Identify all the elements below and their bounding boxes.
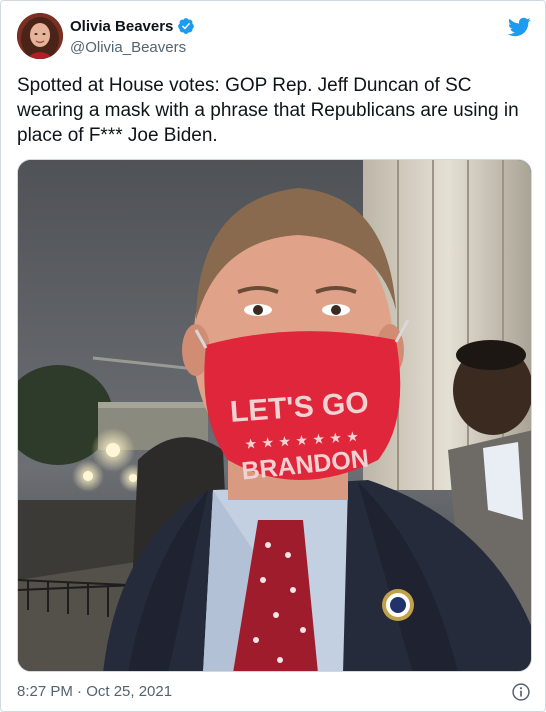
twitter-bird-icon[interactable]: [507, 15, 531, 39]
tweet-card[interactable]: Olivia Beavers @Olivia_Beavers Spotted a…: [0, 0, 546, 712]
avatar-image: [17, 13, 63, 59]
tweet-timestamp[interactable]: 8:27 PM · Oct 25, 2021: [17, 683, 172, 700]
author-display-name-text: Olivia Beavers: [70, 17, 174, 35]
info-icon[interactable]: [511, 682, 531, 702]
author-avatar[interactable]: [17, 13, 63, 59]
author-name-block[interactable]: Olivia Beavers @Olivia_Beavers: [70, 17, 195, 56]
tweet-text: Spotted at House votes: GOP Rep. Jeff Du…: [17, 75, 519, 146]
photo-illustration: LET'S GO ★ ★ ★ ★ ★ ★ ★ BRANDON: [18, 160, 531, 671]
tweet-footer: 8:27 PM · Oct 25, 2021: [17, 683, 531, 703]
verified-badge-icon: [178, 18, 195, 34]
author-handle[interactable]: @Olivia_Beavers: [70, 39, 195, 56]
tweet-header: Olivia Beavers @Olivia_Beavers: [17, 13, 531, 65]
tweet-photo[interactable]: LET'S GO ★ ★ ★ ★ ★ ★ ★ BRANDON: [17, 159, 532, 672]
author-display-name[interactable]: Olivia Beavers: [70, 17, 195, 35]
